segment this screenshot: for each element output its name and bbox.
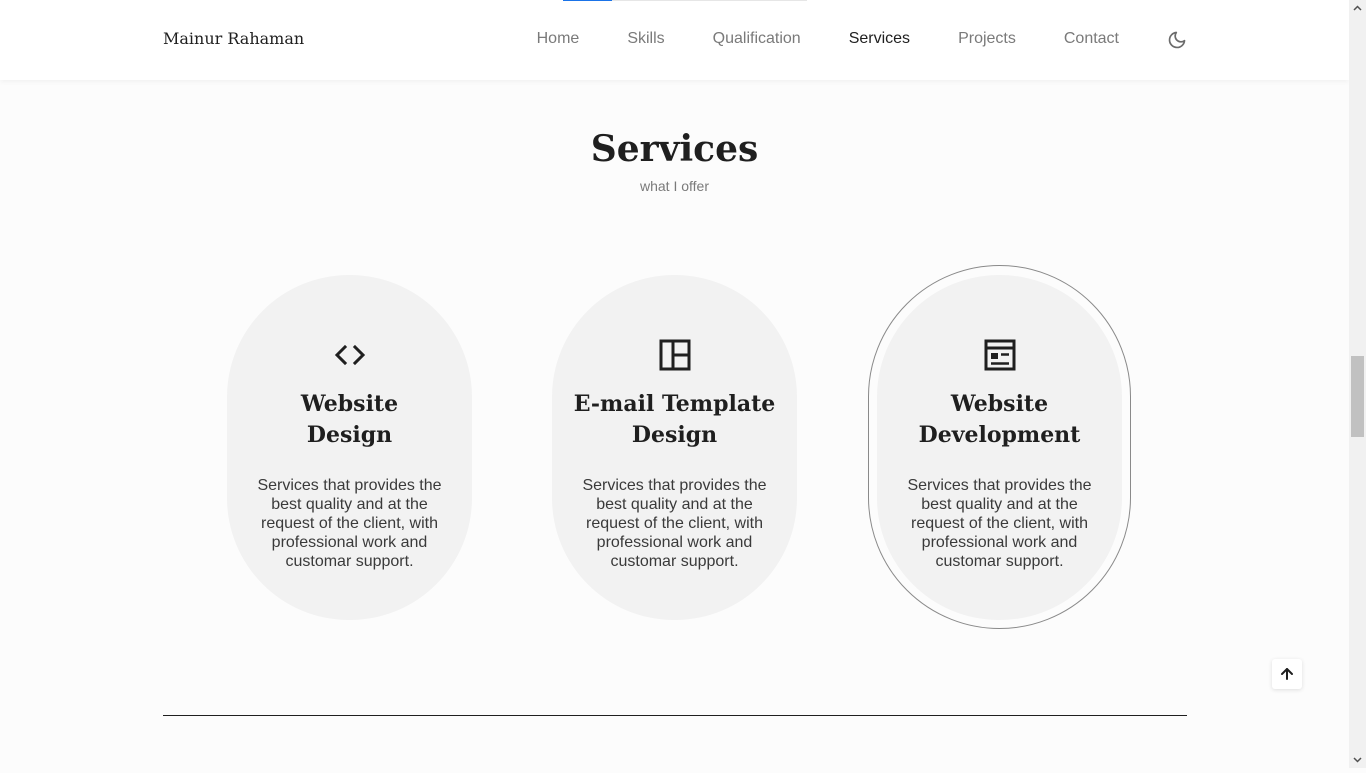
service-card-website-development[interactable]: Website Development Services that provid…: [877, 275, 1122, 620]
scrollbar-up-arrow-icon[interactable]: [1349, 0, 1366, 17]
site-header: Mainur Rahaman Home Skills Qualification…: [0, 0, 1349, 80]
service-description: Services that provides the best quality …: [257, 477, 442, 570]
service-title: Website Design: [247, 389, 452, 451]
scroll-progress-fill: [563, 0, 612, 1]
scroll-progress-bar: [563, 0, 807, 1]
service-title-line: Design: [631, 422, 718, 448]
service-title-line: Design: [306, 422, 393, 448]
code-icon: [332, 337, 368, 373]
brand-logo[interactable]: Mainur Rahaman: [163, 29, 304, 48]
layout-icon: [657, 337, 693, 373]
service-title-line: Development: [918, 422, 1081, 448]
nav-item-home[interactable]: Home: [537, 30, 580, 48]
service-title: Website Development: [897, 389, 1102, 451]
nav-item-qualification[interactable]: Qualification: [713, 30, 801, 48]
section-divider: [163, 715, 1187, 716]
scrollbar-thumb[interactable]: [1351, 356, 1364, 437]
nav-item-skills[interactable]: Skills: [627, 30, 664, 48]
arrow-up-icon: [1281, 668, 1293, 680]
service-title-line: Website: [950, 391, 1049, 417]
scrollbar-down-arrow-icon[interactable]: [1349, 751, 1366, 768]
service-description: Services that provides the best quality …: [582, 477, 767, 570]
nav-item-projects[interactable]: Projects: [958, 30, 1016, 48]
moon-icon[interactable]: [1167, 30, 1187, 50]
service-title-line: E-mail Template: [573, 391, 776, 417]
section-subtitle: what I offer: [639, 178, 709, 194]
service-card-email-template-design[interactable]: E-mail Template Design Services that pro…: [552, 275, 797, 620]
service-title-line: Website: [300, 391, 399, 417]
scroll-up-button[interactable]: [1272, 659, 1302, 689]
nav-item-services[interactable]: Services: [849, 30, 910, 48]
main-nav: Home Skills Qualification Services Proje…: [489, 30, 1119, 48]
newspaper-icon: [982, 337, 1018, 373]
nav-item-contact[interactable]: Contact: [1064, 30, 1119, 48]
service-title: E-mail Template Design: [572, 389, 777, 451]
page: Mainur Rahaman Home Skills Qualification…: [0, 0, 1349, 768]
service-description: Services that provides the best quality …: [907, 477, 1092, 570]
service-card-website-design[interactable]: Website Design Services that provides th…: [227, 275, 472, 620]
section-title: Services: [590, 128, 759, 170]
page-scrollbar[interactable]: [1349, 0, 1366, 768]
